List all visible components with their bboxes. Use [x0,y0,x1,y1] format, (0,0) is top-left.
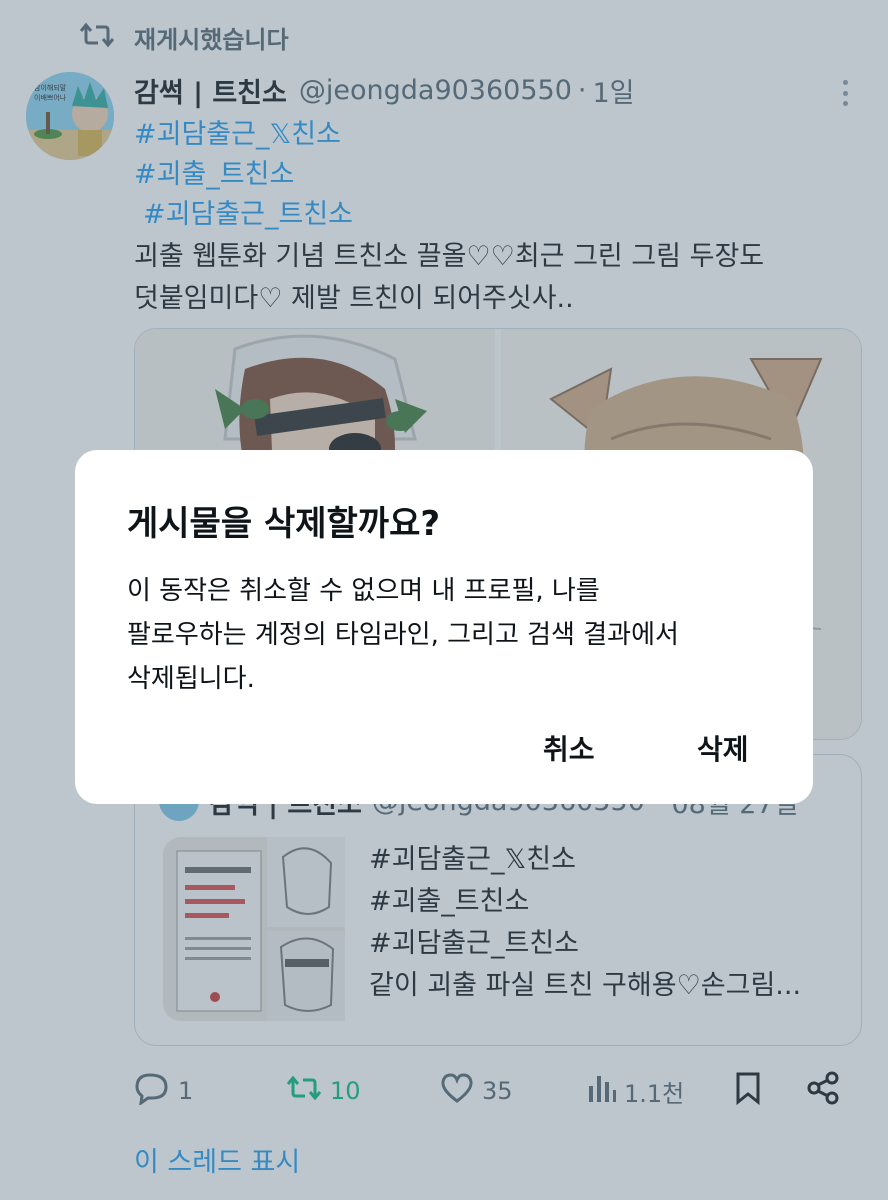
delete-button[interactable]: 삭제 [697,726,749,770]
tweet-detail-page: 재게시했습니다 남이해되말 이배쁘어나 감썩 | 트친소 @jeongda903… [0,0,888,1200]
dialog-message-line-1: 이 동작은 취소할 수 없으며 내 프로필, 나를 [127,576,600,606]
dialog-message-line-3: 삭제됩니다. [127,664,255,694]
dialog-message-line-2: 팔로우하는 계정의 타임라인, 그리고 검색 결과에서 [127,620,679,650]
delete-confirm-dialog: 게시물을 삭제할까요? 이 동작은 취소할 수 없으며 내 프로필, 나를 팔로… [75,450,813,804]
cancel-button[interactable]: 취소 [543,726,595,770]
dialog-title: 게시물을 삭제할까요? [127,504,441,544]
